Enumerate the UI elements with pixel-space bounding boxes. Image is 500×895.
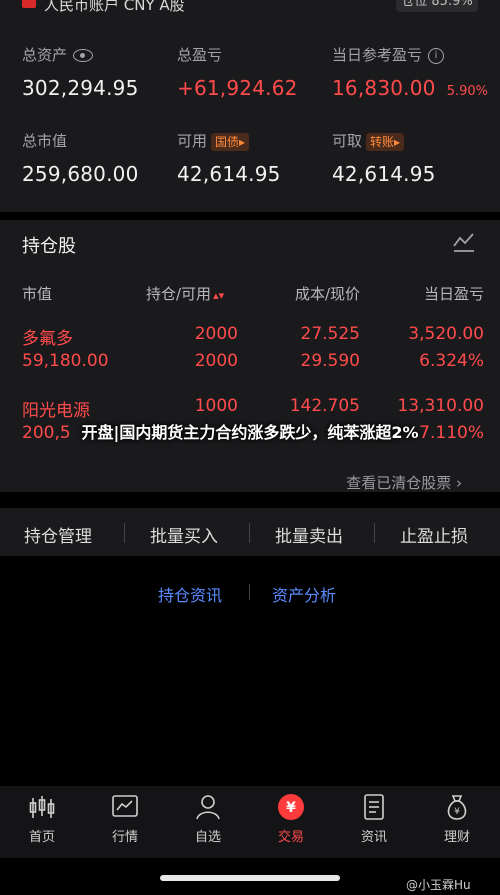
account-summary-card: 总资产 302,294.95 总盈亏 +61,924.62 当日参考盈亏 i 16… [0, 14, 500, 212]
news-headline-overlay: 开盘|国内期货主力合约涨多跌少，纯苯涨超2% [81, 423, 419, 442]
nav-label: 资讯 [360, 830, 387, 845]
total-assets-label: 总资产 [22, 44, 94, 65]
nav-market[interactable]: 行情 [90, 792, 160, 845]
available-label: 可用 国债▸ [177, 130, 250, 151]
total-pnl-value: +61,924.62 [177, 76, 298, 100]
total-assets-value: 302,294.95 [22, 76, 139, 100]
view-cleared-stocks-link[interactable]: 查看已清仓股票 › [346, 472, 462, 493]
svg-text:¥: ¥ [286, 800, 296, 816]
nav-news[interactable]: 资讯 [339, 792, 409, 845]
today-pnl-percent: 5.90% [446, 84, 488, 99]
market-icon [112, 795, 138, 817]
batch-buy-button[interactable]: 批量买入 [150, 522, 218, 547]
market-value: 259,680.00 [22, 162, 139, 186]
stock-name: 阳光电源 [22, 401, 90, 421]
svg-text:¥: ¥ [454, 807, 460, 817]
transfer-button[interactable]: 转账▸ [366, 133, 405, 151]
stock-day-pct: 6.324% [419, 351, 484, 371]
divider [124, 523, 125, 543]
column-header-market-value: 市值 [22, 285, 53, 303]
today-pnl-label[interactable]: 当日参考盈亏 i [332, 44, 445, 65]
withdrawable-label: 可取 转账▸ [332, 130, 405, 151]
stock-cost: 27.525 [300, 324, 360, 344]
batch-sell-button[interactable]: 批量卖出 [275, 522, 343, 547]
watchlist-person-icon [196, 795, 220, 820]
info-icon[interactable]: i [428, 47, 445, 64]
divider [374, 523, 375, 543]
nav-home[interactable]: 首页 [7, 792, 77, 845]
stock-position: 2000 [194, 324, 238, 344]
account-name[interactable]: 人民币账户 CNY A股 [44, 0, 185, 15]
trade-yuan-icon: ¥ [278, 794, 304, 820]
holdings-title: 持仓股 [22, 236, 76, 257]
stock-market-value: 59,180.00 [22, 351, 109, 371]
home-chart-icon [29, 796, 55, 818]
withdrawable-value: 42,614.95 [332, 162, 436, 186]
total-pnl-label: 总盈亏 [177, 46, 223, 64]
sort-icon[interactable]: ▴▾ [213, 289, 224, 302]
stock-price: 29.590 [300, 351, 360, 371]
nav-trade[interactable]: ¥ 交易 [256, 792, 326, 845]
nav-watchlist[interactable]: 自选 [173, 792, 243, 845]
nav-label: 自选 [194, 830, 221, 845]
stock-position: 1000 [194, 396, 238, 416]
holdings-news-link[interactable]: 持仓资讯 [158, 582, 222, 606]
treasury-bond-button[interactable]: 国债▸ [211, 133, 250, 151]
available-value: 42,614.95 [177, 162, 281, 186]
eye-icon[interactable] [73, 49, 94, 62]
stock-day-pnl: 3,520.00 [408, 324, 484, 344]
table-row[interactable]: 多氟多 59,180.00 2000 2000 27.525 29.590 3,… [0, 320, 500, 374]
position-management-button[interactable]: 持仓管理 [24, 522, 92, 547]
divider [249, 523, 250, 543]
divider [249, 584, 250, 600]
nav-label: 理财 [443, 830, 470, 845]
nav-label: 行情 [111, 830, 138, 845]
nav-label: 交易 [277, 830, 304, 845]
news-icon [364, 794, 384, 820]
stock-name: 多氟多 [22, 329, 73, 349]
market-value-label: 总市值 [22, 132, 68, 150]
position-chip: 仓位 85.9% [396, 0, 478, 12]
stock-cost: 142.705 [289, 396, 360, 416]
take-profit-stop-loss-button[interactable]: 止盈止损 [400, 522, 468, 547]
account-flag-icon [22, 0, 36, 8]
nav-label: 首页 [28, 830, 55, 845]
today-pnl-value: 16,830.00 [332, 76, 436, 100]
column-header-position[interactable]: 持仓/可用 ▴▾ [146, 283, 224, 304]
today-pnl: 16,830.00 5.90% [332, 76, 488, 100]
bottom-nav: 首页 行情 自选 ¥ 交易 资讯 ¥ 理财 [0, 786, 500, 858]
holdings-actions-bar: 持仓管理 批量买入 批量卖出 止盈止损 [0, 508, 500, 556]
home-indicator[interactable] [160, 875, 340, 881]
column-header-cost-price: 成本/现价 [294, 285, 360, 303]
wealth-bag-icon: ¥ [447, 795, 467, 820]
stock-day-pnl: 13,310.00 [397, 396, 484, 416]
asset-analysis-link[interactable]: 资产分析 [272, 582, 336, 606]
holdings-card: 持仓股 市值 持仓/可用 ▴▾ 成本/现价 当日盈亏 多氟多 59,180.00 … [0, 220, 500, 492]
nav-wealth[interactable]: ¥ 理财 [422, 792, 492, 845]
trend-chart-icon[interactable] [453, 232, 475, 252]
stock-available: 2000 [194, 351, 238, 371]
watermark: @小玉霖Hu [406, 878, 471, 892]
column-header-day-pnl: 当日盈亏 [423, 285, 484, 303]
